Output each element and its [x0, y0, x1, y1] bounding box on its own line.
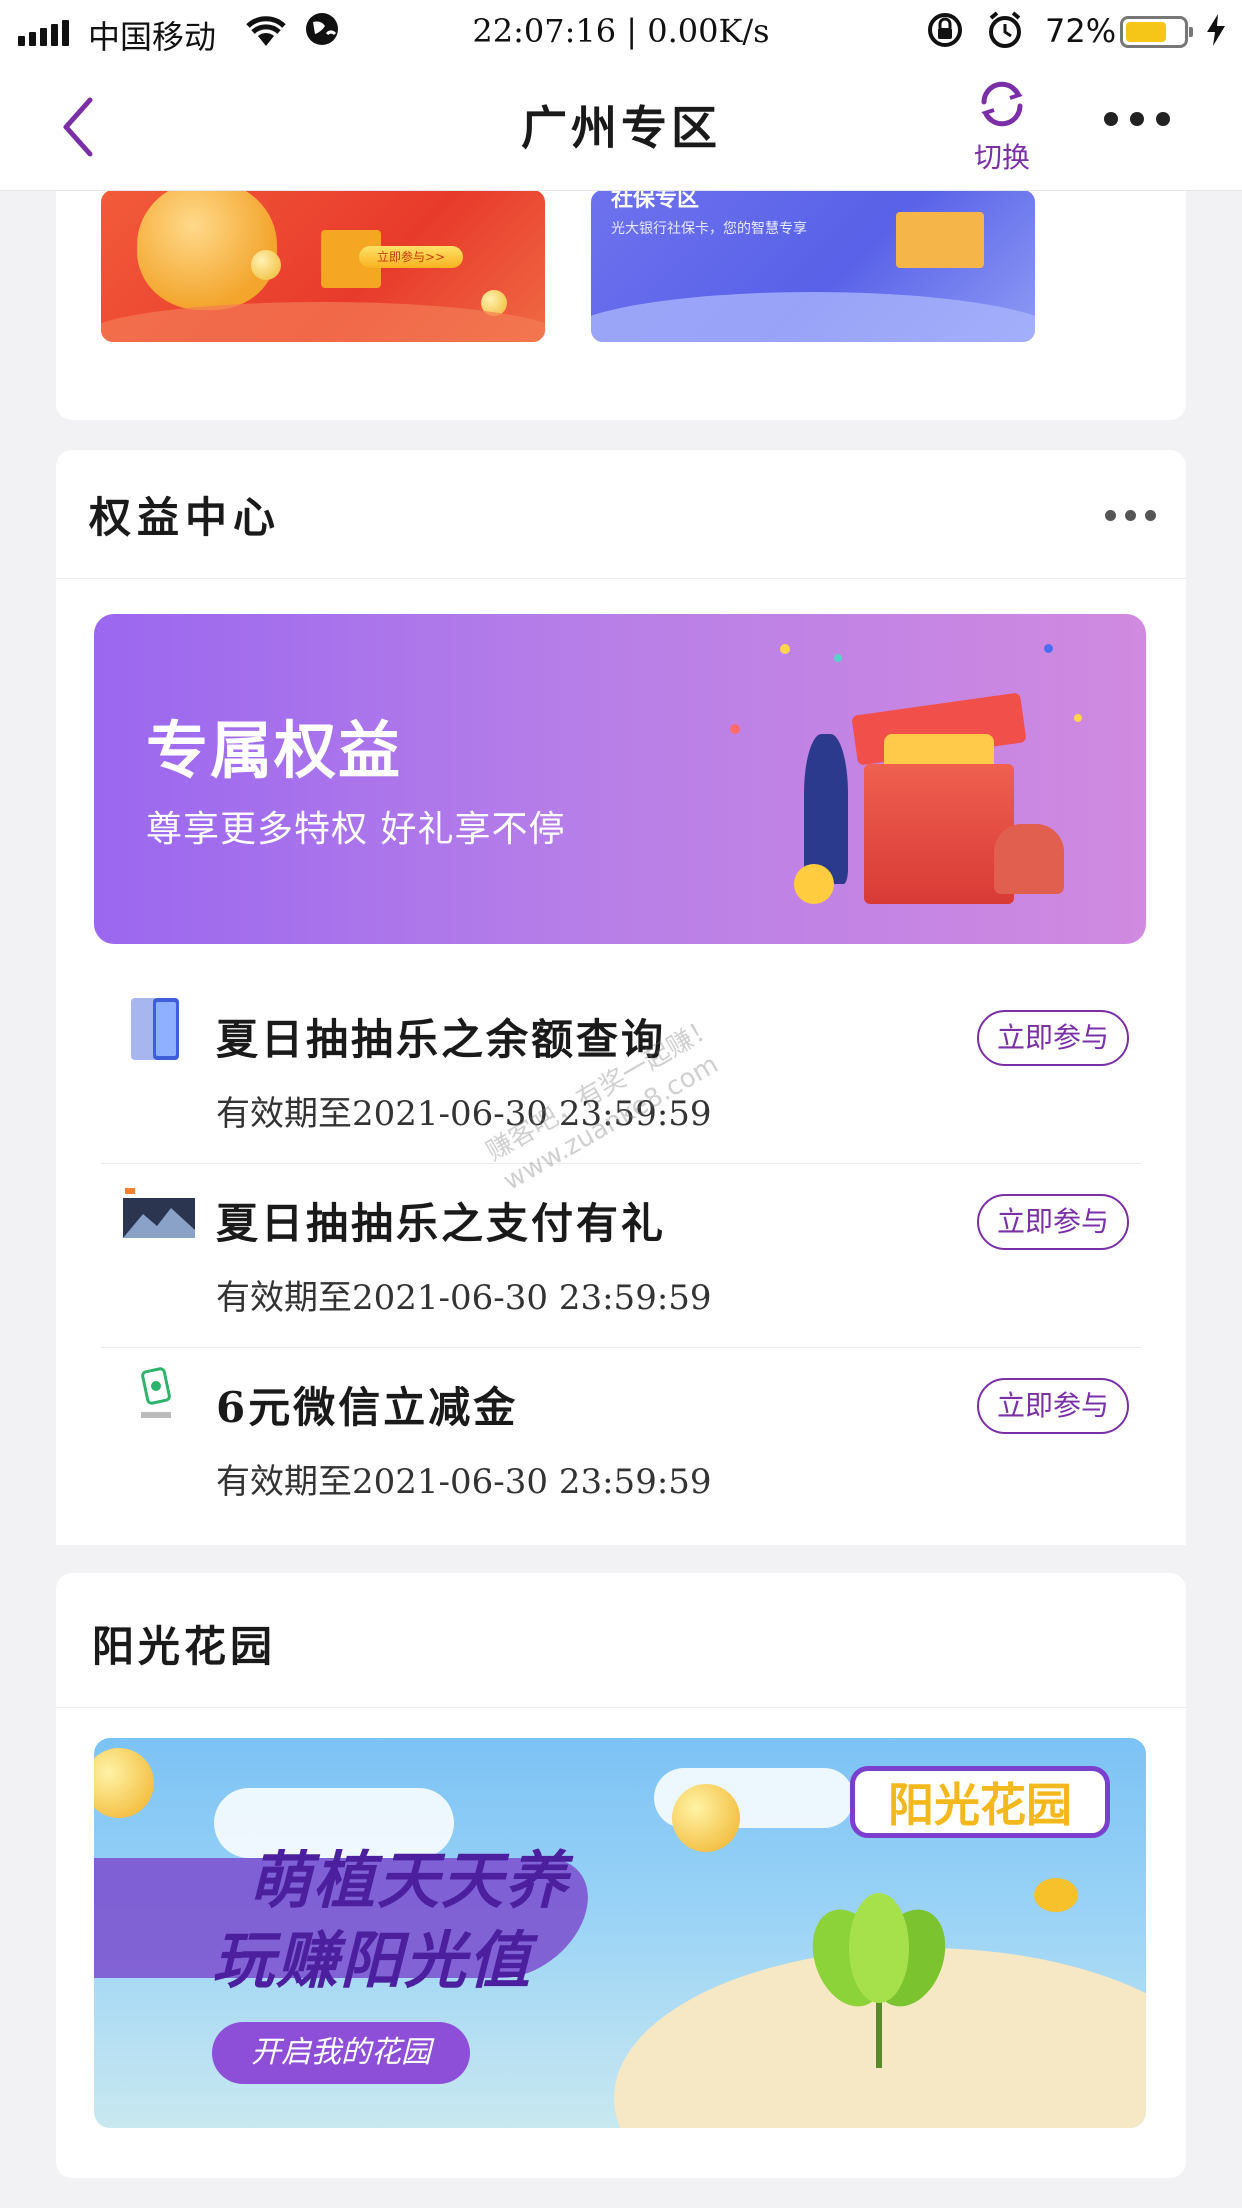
banner-title: 社保专区 — [611, 190, 700, 212]
person-figure — [994, 824, 1064, 894]
benefit-list: 夏日抽抽乐之余额查询 有效期至2021-06-30 23:59:59 立即参与 … — [101, 980, 1141, 1531]
section-title: 阳光花园 — [92, 1622, 277, 1671]
coin-icon — [94, 1748, 154, 1818]
benefit-expiry: 有效期至2021-06-30 23:59:59 — [216, 1094, 712, 1134]
switch-label: 切换 — [973, 141, 1030, 174]
sunshine-garden-card: 阳光花园 萌植天天养 玩赚阳光值 开启我的花园 阳光花园 — [56, 1573, 1186, 2178]
phone-thumb-icon — [123, 996, 187, 1066]
list-item[interactable]: 夏日抽抽乐之支付有礼 有效期至2021-06-30 23:59:59 立即参与 — [101, 1164, 1141, 1348]
battery-percent: 72% — [1045, 12, 1117, 50]
join-now-button[interactable]: 立即参与 — [977, 1194, 1129, 1250]
social-security-banner[interactable]: 社保专区 光大银行社保卡，您的智慧专享 — [591, 190, 1035, 342]
banner-line-1: 萌植天天养 — [249, 1844, 570, 1917]
gift-box-icon — [864, 764, 1014, 904]
battery-icon — [1120, 16, 1193, 48]
bee-icon — [1034, 1878, 1078, 1912]
coupon-thumb-icon — [123, 1364, 187, 1434]
banner-subtitle: 光大银行社保卡，您的智慧专享 — [611, 221, 807, 237]
benefit-name: 夏日抽抽乐之支付有礼 — [216, 1199, 667, 1248]
status-bar: 中国移动 22:07:16 | 0.00K/s 72% — [0, 0, 1242, 64]
section-title: 权益中心 — [89, 493, 282, 542]
coin-icon — [251, 250, 281, 280]
join-now-button[interactable]: 立即参与 — [977, 1010, 1129, 1066]
page-title: 广州专区 — [521, 101, 721, 155]
garden-logo: 阳光花园 — [850, 1766, 1110, 1838]
benefit-name: 6元微信立减金 — [216, 1383, 519, 1432]
charging-icon — [1205, 12, 1227, 56]
join-now-small-button[interactable]: 立即参与>> — [359, 246, 463, 268]
switch-region-button[interactable]: 切换 — [960, 78, 1044, 176]
exclusive-benefits-banner[interactable]: 专属权益 尊享更多特权 好礼享不停 — [94, 614, 1146, 944]
sunshine-garden-banner[interactable]: 萌植天天养 玩赚阳光值 开启我的花园 阳光花园 — [94, 1738, 1146, 2128]
open-garden-button[interactable]: 开启我的花园 — [212, 2022, 470, 2084]
tv-thumb-icon — [123, 1180, 195, 1250]
promo-title: 专属权益 — [146, 714, 403, 787]
new-user-gift-banner[interactable]: 立即参与>> — [101, 190, 545, 342]
promo-subtitle: 尊享更多特权 好礼享不停 — [146, 809, 566, 850]
person-figure — [804, 734, 848, 884]
nav-bar: 广州专区 切换 — [0, 64, 1242, 191]
rotation-lock-icon — [925, 10, 965, 58]
coin-icon — [672, 1784, 740, 1852]
benefit-expiry: 有效期至2021-06-30 23:59:59 — [216, 1278, 712, 1318]
plant-icon — [794, 1888, 964, 2068]
list-item[interactable]: 夏日抽抽乐之余额查询 有效期至2021-06-30 23:59:59 立即参与 — [101, 980, 1141, 1164]
gift-box-icon — [896, 212, 984, 268]
more-dots-icon[interactable] — [1105, 510, 1156, 521]
benefit-expiry: 有效期至2021-06-30 23:59:59 — [216, 1462, 712, 1502]
list-item[interactable]: 6元微信立减金 有效期至2021-06-30 23:59:59 立即参与 — [101, 1348, 1141, 1531]
benefit-center-card: 权益中心 专属权益 尊享更多特权 好礼享不停 夏日抽抽乐之余额查询 有效期至20… — [56, 450, 1186, 1545]
alarm-icon — [985, 10, 1025, 58]
garden-header: 阳光花园 — [56, 1573, 1186, 1708]
benefit-name: 夏日抽抽乐之余额查询 — [216, 1015, 667, 1064]
money-bag-icon — [137, 190, 277, 310]
refresh-icon — [981, 81, 1023, 127]
more-dots-icon[interactable] — [1104, 112, 1170, 126]
join-now-button[interactable]: 立即参与 — [977, 1378, 1129, 1434]
benefit-center-header: 权益中心 — [56, 450, 1186, 579]
banner-line-2: 玩赚阳光值 — [212, 1924, 533, 1997]
